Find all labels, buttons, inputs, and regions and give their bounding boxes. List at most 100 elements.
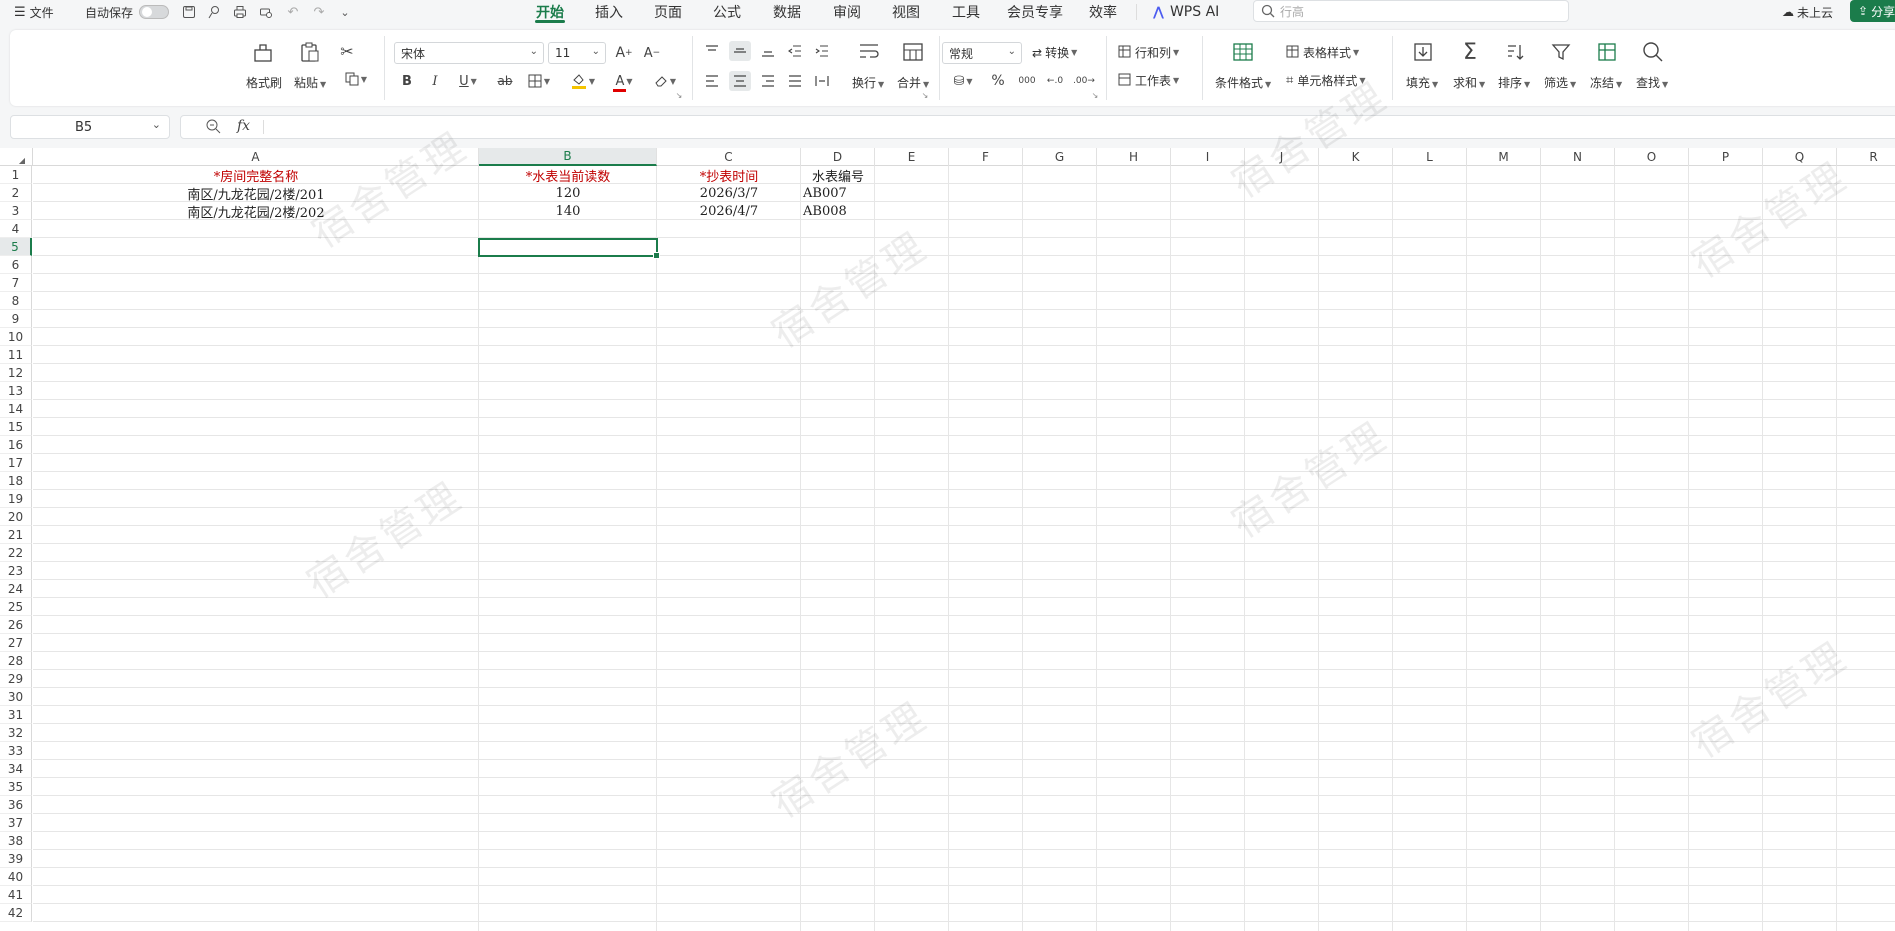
- decrease-decimal-icon[interactable]: .00→: [1072, 72, 1096, 90]
- merge-cells-icon[interactable]: [900, 40, 926, 64]
- cell-reading-date[interactable]: 2026/3/7: [657, 184, 801, 202]
- row-header[interactable]: 18: [0, 472, 32, 490]
- percent-icon[interactable]: %: [988, 72, 1008, 90]
- row-header[interactable]: 37: [0, 814, 32, 832]
- sort-icon[interactable]: [1502, 40, 1528, 64]
- fill-icon[interactable]: [1410, 40, 1436, 64]
- underline-button[interactable]: U ▼: [454, 72, 482, 90]
- file-menu-button[interactable]: ☰ 文件: [14, 0, 54, 24]
- row-header[interactable]: 11: [0, 346, 32, 364]
- autosave-toggle[interactable]: [139, 5, 169, 19]
- increase-decimal-icon[interactable]: ←.0: [1044, 72, 1066, 90]
- copy-icon[interactable]: ▼: [342, 70, 370, 88]
- sort-button[interactable]: 排序 ▼: [1498, 74, 1530, 91]
- merge-cells-button[interactable]: 合并 ▼: [897, 74, 929, 91]
- column-header-n[interactable]: N: [1541, 148, 1615, 166]
- row-header[interactable]: 36: [0, 796, 32, 814]
- column-header-o[interactable]: O: [1615, 148, 1689, 166]
- fill-button[interactable]: 填充 ▼: [1406, 74, 1438, 91]
- header-cell-reading-date[interactable]: *抄表时间: [657, 166, 801, 185]
- row-header[interactable]: 31: [0, 706, 32, 724]
- row-header[interactable]: 24: [0, 580, 32, 598]
- column-header-c[interactable]: C: [657, 148, 801, 166]
- wps-ai-button[interactable]: ⋀ WPS AI: [1153, 0, 1219, 24]
- row-header[interactable]: 40: [0, 868, 32, 886]
- row-header[interactable]: 5: [0, 238, 32, 256]
- column-header-q[interactable]: Q: [1763, 148, 1837, 166]
- align-center-icon[interactable]: [729, 71, 751, 91]
- column-header-a[interactable]: A: [33, 148, 479, 166]
- row-header[interactable]: 12: [0, 364, 32, 382]
- row-header[interactable]: 41: [0, 886, 32, 904]
- number-dialog-launcher-icon[interactable]: ↘: [1090, 90, 1100, 100]
- alignment-dialog-launcher-icon[interactable]: ↘: [920, 90, 930, 100]
- thousands-separator-icon[interactable]: 000: [1015, 72, 1039, 90]
- row-header[interactable]: 17: [0, 454, 32, 472]
- align-bottom-icon[interactable]: [758, 42, 778, 60]
- row-header[interactable]: 35: [0, 778, 32, 796]
- worksheet-button[interactable]: 工作表 ▼: [1118, 72, 1179, 89]
- row-header[interactable]: 34: [0, 760, 32, 778]
- row-header[interactable]: 26: [0, 616, 32, 634]
- header-cell-meter-number[interactable]: 水表编号: [801, 166, 875, 185]
- clear-format-button[interactable]: ▼: [650, 72, 680, 90]
- align-middle-icon[interactable]: [729, 41, 751, 61]
- align-top-icon[interactable]: [702, 42, 722, 60]
- font-size-select[interactable]: 11 ⌄: [548, 42, 606, 64]
- column-header-l[interactable]: L: [1393, 148, 1467, 166]
- redo-icon[interactable]: ↷: [311, 4, 327, 20]
- select-all-corner[interactable]: ◢: [0, 148, 33, 166]
- align-left-icon[interactable]: [702, 72, 722, 90]
- row-header[interactable]: 21: [0, 526, 32, 544]
- align-right-icon[interactable]: [758, 72, 778, 90]
- cut-icon[interactable]: ✂: [338, 42, 356, 61]
- column-header-m[interactable]: M: [1467, 148, 1541, 166]
- row-header[interactable]: 33: [0, 742, 32, 760]
- cell-room-name[interactable]: 南区/九龙花园/2楼/202: [33, 202, 479, 221]
- row-header[interactable]: 3: [0, 202, 32, 220]
- tab-member[interactable]: 会员专享: [1005, 0, 1065, 24]
- active-cell-selection[interactable]: [478, 238, 660, 259]
- column-header-d[interactable]: D: [801, 148, 875, 166]
- print-preview-icon[interactable]: [258, 4, 274, 20]
- conditional-format-button[interactable]: 条件格式 ▼: [1215, 74, 1271, 91]
- decrease-indent-icon[interactable]: [785, 42, 805, 60]
- row-header[interactable]: 27: [0, 634, 32, 652]
- name-box[interactable]: B5 ⌄: [10, 115, 170, 139]
- font-dialog-launcher-icon[interactable]: ↘: [674, 90, 684, 100]
- cell-meter-reading[interactable]: 120: [479, 184, 657, 202]
- currency-format-button[interactable]: ⛁ ▼: [948, 72, 978, 90]
- find-button[interactable]: 查找 ▼: [1636, 74, 1668, 91]
- tab-home[interactable]: 开始: [533, 0, 567, 24]
- tab-review[interactable]: 审阅: [830, 0, 864, 24]
- number-format-select[interactable]: 常规 ⌄: [942, 42, 1022, 64]
- row-header[interactable]: 29: [0, 670, 32, 688]
- justify-icon[interactable]: [785, 72, 805, 90]
- tab-formulas[interactable]: 公式: [710, 0, 744, 24]
- row-header[interactable]: 39: [0, 850, 32, 868]
- export-pdf-icon[interactable]: [206, 4, 222, 20]
- borders-button[interactable]: ▼: [524, 72, 554, 90]
- row-header[interactable]: 2: [0, 184, 32, 202]
- row-header[interactable]: 16: [0, 436, 32, 454]
- cell-meter-number[interactable]: AB008: [803, 202, 875, 220]
- row-header[interactable]: 8: [0, 292, 32, 310]
- wrap-text-button[interactable]: 换行 ▼: [852, 74, 884, 91]
- fx-icon[interactable]: fx: [237, 118, 250, 134]
- row-header[interactable]: 20: [0, 508, 32, 526]
- convert-button[interactable]: ⇄ 转换 ▼: [1032, 44, 1077, 61]
- sum-icon[interactable]: Σ: [1457, 40, 1483, 65]
- italic-icon[interactable]: I: [426, 72, 444, 90]
- row-header[interactable]: 30: [0, 688, 32, 706]
- column-header-h[interactable]: H: [1097, 148, 1171, 166]
- search-input[interactable]: 行高: [1253, 0, 1569, 22]
- cell-room-name[interactable]: 南区/九龙花园/2楼/201: [33, 184, 479, 203]
- cell-meter-number[interactable]: AB007: [803, 184, 875, 202]
- column-header-b[interactable]: B: [479, 148, 657, 166]
- row-header[interactable]: 32: [0, 724, 32, 742]
- undo-icon[interactable]: ↶: [285, 4, 301, 20]
- tab-data[interactable]: 数据: [770, 0, 804, 24]
- format-painter-icon[interactable]: [250, 40, 276, 64]
- decrease-font-icon[interactable]: A −: [642, 44, 662, 62]
- sum-button[interactable]: 求和 ▼: [1453, 74, 1485, 91]
